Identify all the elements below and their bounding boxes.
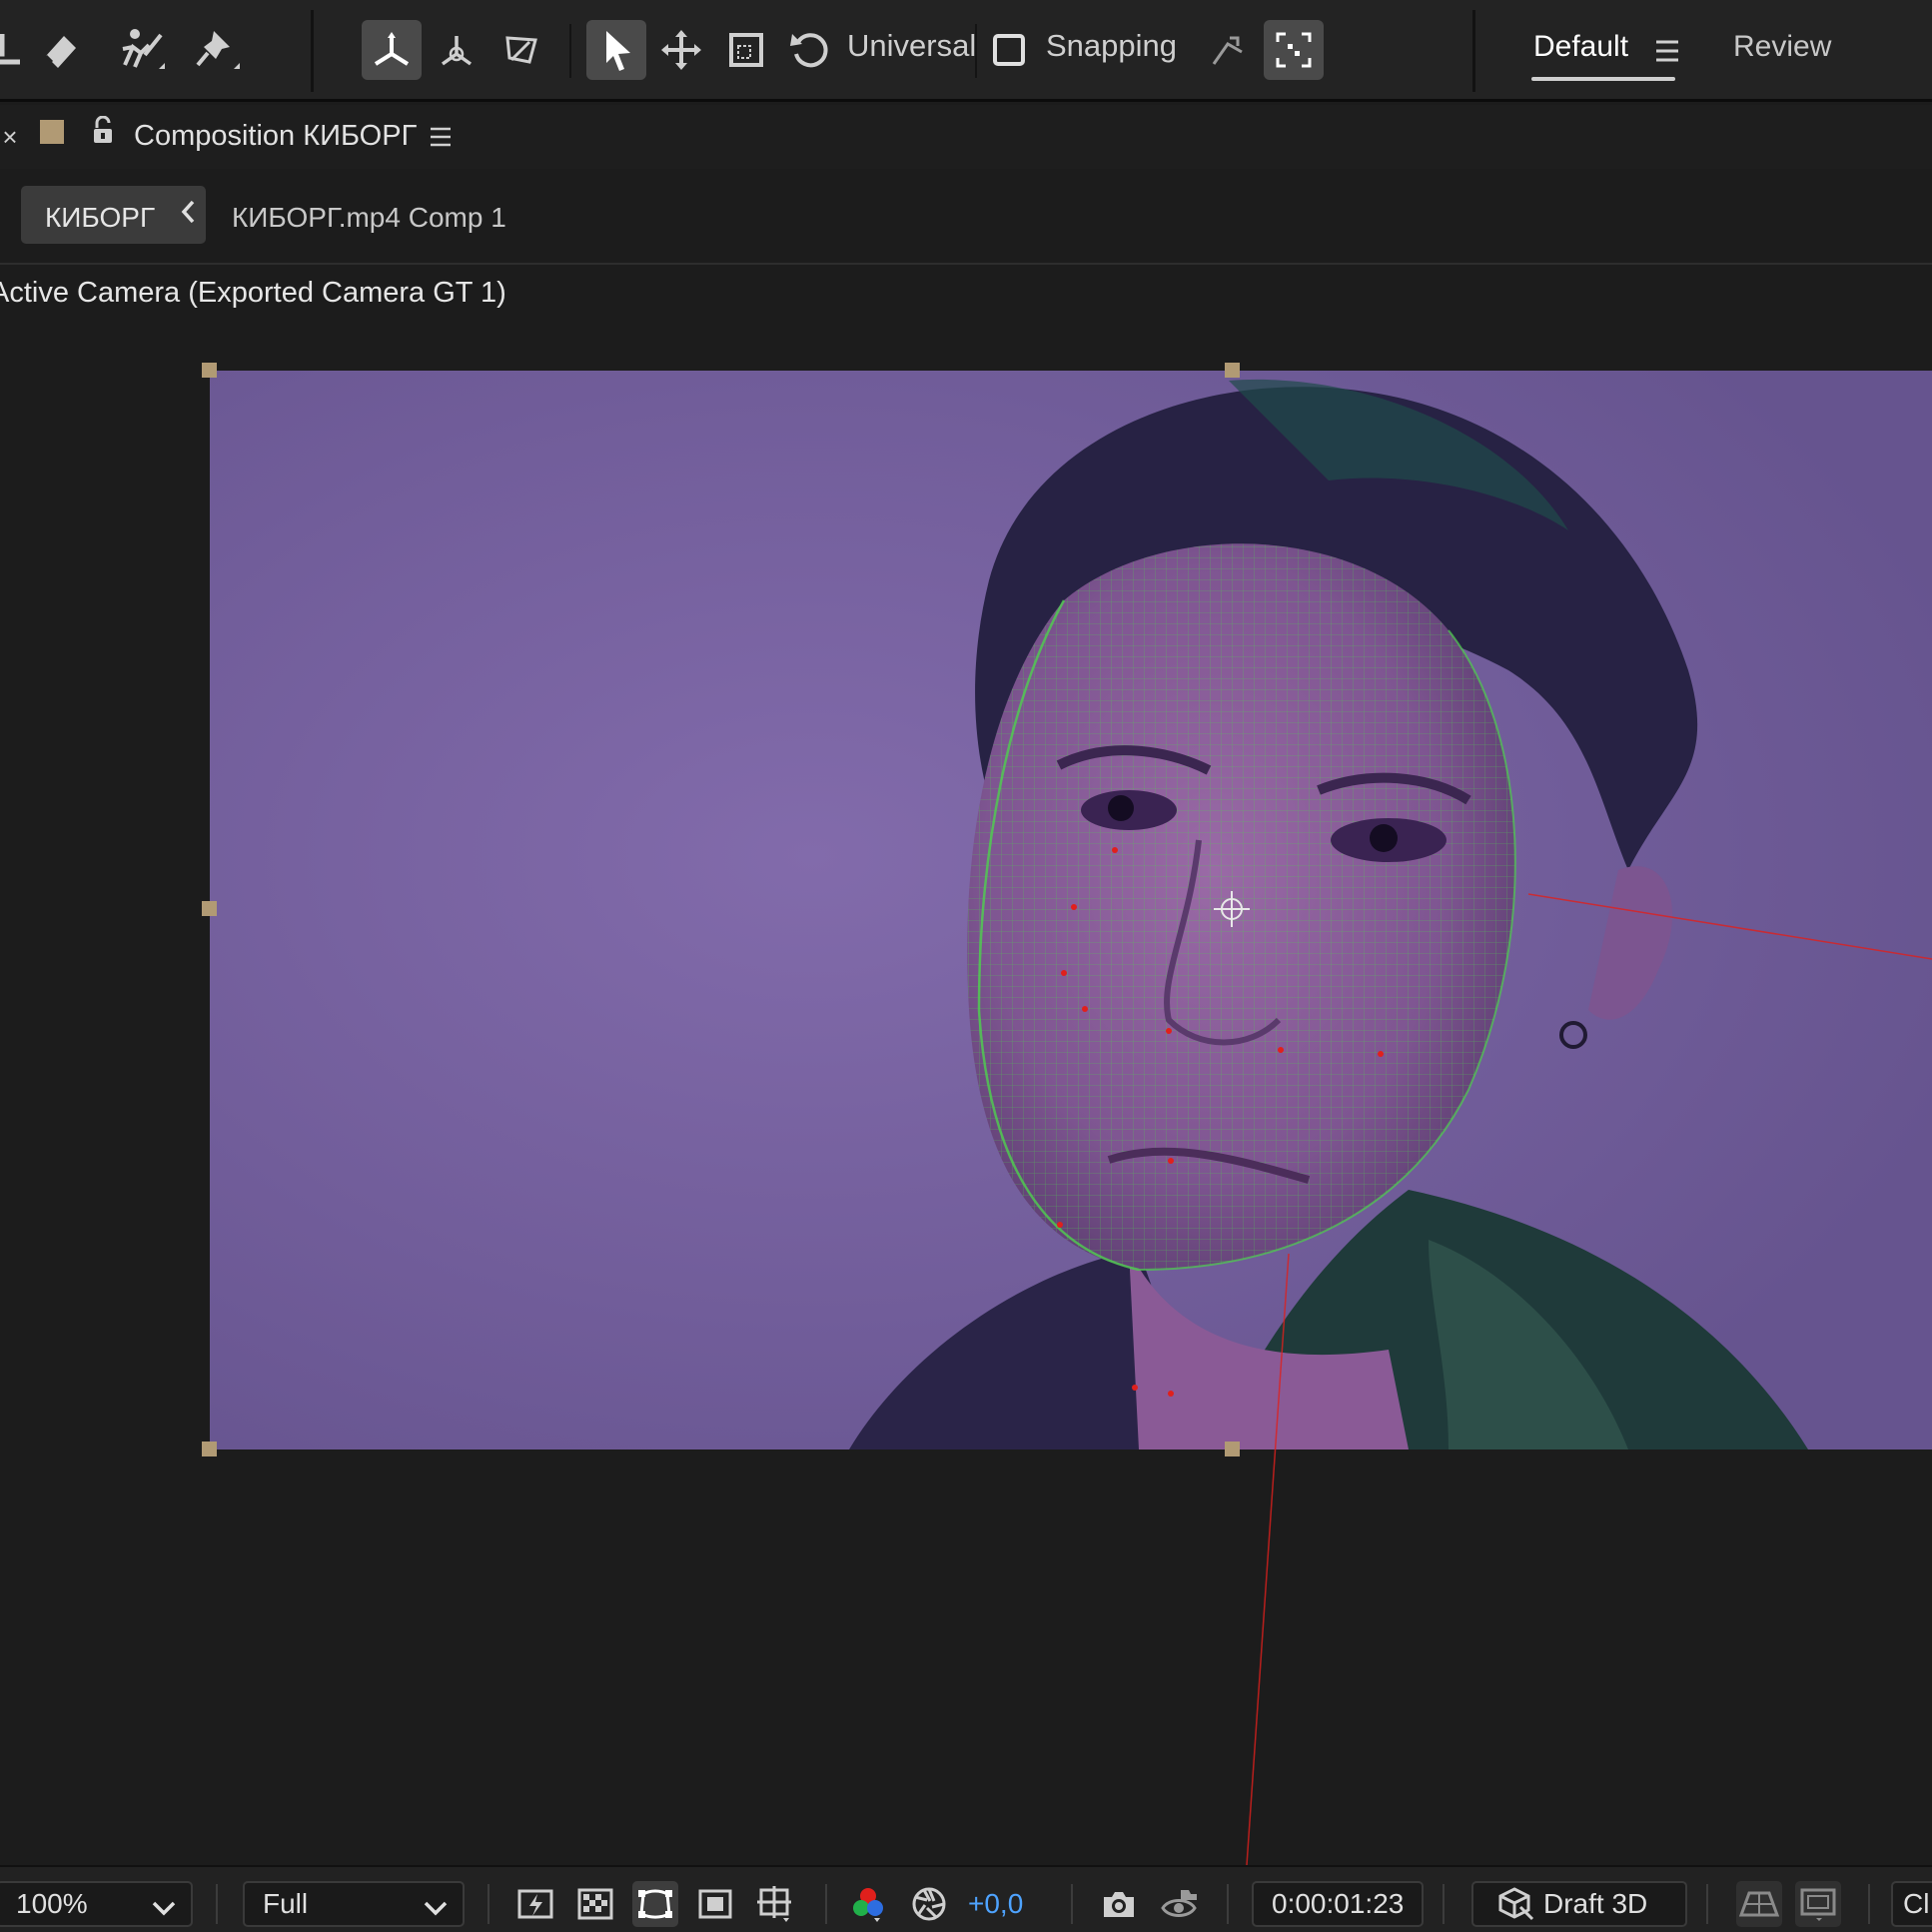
eraser-tool-icon[interactable] — [30, 20, 90, 80]
footage-frame[interactable] — [210, 371, 1932, 1449]
reset-exposure-icon[interactable] — [906, 1881, 952, 1927]
channels-icon[interactable] — [845, 1881, 891, 1927]
chevron-down-icon — [151, 1892, 177, 1924]
toolbar-divider — [975, 24, 977, 78]
workspace-default-tab[interactable]: Default — [1533, 30, 1628, 64]
local-axis-mode-icon[interactable] — [362, 20, 422, 80]
move-tool-icon[interactable] — [651, 20, 711, 80]
rotate-tool-icon[interactable] — [780, 20, 840, 80]
tools-toolbar: Universal Snapping Default Review — [0, 0, 1932, 102]
zoom-select[interactable]: 100% — [0, 1881, 193, 1927]
bottom-divider — [487, 1884, 489, 1924]
truncated-control[interactable]: Cl — [1891, 1881, 1932, 1927]
roto-brush-tool-icon[interactable] — [112, 20, 172, 80]
toolbar-divider — [569, 24, 571, 78]
extended-viewer-icon[interactable] — [1795, 1881, 1841, 1927]
breadcrumb-active-label: КИБОРГ — [45, 202, 156, 233]
composition-panel-title: Composition КИБОРГ — [134, 120, 418, 152]
camera-snapshot-icon[interactable] — [1096, 1881, 1142, 1927]
selection-tool-icon[interactable] — [586, 20, 646, 80]
draft-3d-icon — [1491, 1881, 1537, 1927]
bottom-divider — [1868, 1884, 1870, 1924]
active-camera-label: Active Camera (Exported Camera GT 1) — [0, 277, 506, 309]
layer-handle[interactable] — [202, 1442, 217, 1456]
bottom-divider — [825, 1884, 827, 1924]
view-axis-mode-icon[interactable] — [491, 20, 551, 80]
bottom-divider — [1443, 1884, 1445, 1924]
world-axis-mode-icon[interactable] — [427, 20, 486, 80]
fast-previews-icon[interactable] — [512, 1881, 558, 1927]
puppet-pin-tool-icon[interactable] — [188, 20, 248, 80]
toolbar-divider — [311, 10, 314, 92]
zoom-value: 100% — [16, 1888, 88, 1919]
layer-handle[interactable] — [202, 901, 217, 916]
label-color-swatch[interactable] — [40, 120, 64, 144]
transparency-grid-icon[interactable] — [572, 1881, 618, 1927]
3d-ground-plane-icon[interactable] — [1736, 1881, 1782, 1927]
resolution-value: Full — [263, 1888, 309, 1919]
current-time-display[interactable]: 0:00:01:23 — [1252, 1881, 1424, 1927]
layer-handle[interactable] — [1225, 1442, 1240, 1456]
timecode-value: 0:00:01:23 — [1272, 1888, 1405, 1919]
region-of-interest-icon[interactable] — [692, 1881, 738, 1927]
lock-open-icon[interactable] — [88, 114, 118, 148]
exposure-value[interactable]: +0,0 — [968, 1888, 1023, 1920]
mask-visibility-icon[interactable] — [632, 1881, 678, 1927]
workspace-review-tab[interactable]: Review — [1733, 30, 1831, 64]
bottom-divider — [1227, 1884, 1229, 1924]
snapping-checkbox[interactable] — [979, 20, 1039, 80]
truncated-label: Cl — [1903, 1888, 1930, 1919]
snapping-options-icon[interactable] — [1198, 20, 1258, 80]
scale-tool-icon[interactable] — [716, 20, 776, 80]
bottom-divider — [1706, 1884, 1708, 1924]
close-panel-icon[interactable]: × — [0, 122, 20, 152]
chevron-left-icon — [180, 199, 196, 233]
bottom-divider — [1071, 1884, 1073, 1924]
layer-handle[interactable] — [202, 363, 217, 378]
portrait-image — [210, 371, 1932, 1449]
chevron-down-icon — [423, 1892, 449, 1924]
renderer-label: Draft 3D — [1543, 1888, 1648, 1919]
grid-guides-icon[interactable] — [752, 1881, 798, 1927]
show-snapshot-icon[interactable] — [1156, 1881, 1202, 1927]
snapping-label[interactable]: Snapping — [1046, 28, 1177, 64]
resolution-select[interactable]: Full — [243, 1881, 465, 1927]
toolbar-divider — [1472, 10, 1475, 92]
active-workspace-indicator — [1531, 77, 1675, 81]
universal-mode-label[interactable]: Universal — [847, 28, 976, 64]
frame-tracking-icon[interactable] — [1264, 20, 1324, 80]
panel-menu-icon[interactable] — [428, 124, 454, 150]
bottom-divider — [216, 1884, 218, 1924]
composition-viewer[interactable] — [0, 265, 1932, 1865]
workspace-menu-icon[interactable] — [1650, 36, 1684, 66]
breadcrumb-next-comp[interactable]: КИБОРГ.mp4 Comp 1 — [232, 202, 506, 234]
layer-handle[interactable] — [1225, 363, 1240, 378]
